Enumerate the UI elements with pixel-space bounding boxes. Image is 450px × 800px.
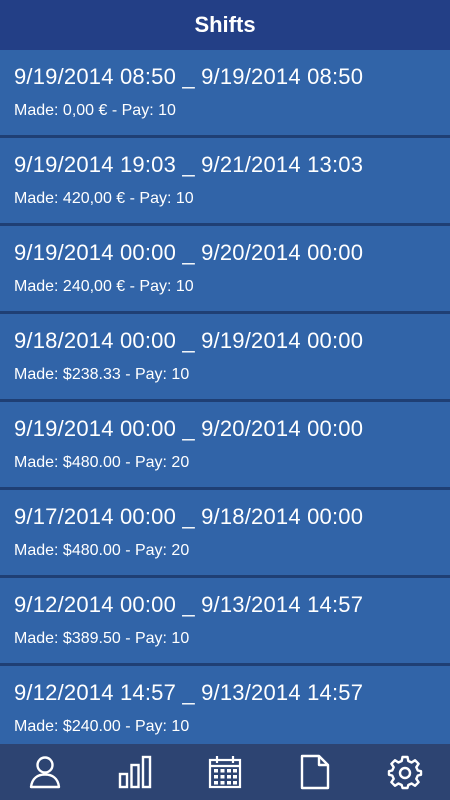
- shift-range: 9/19/2014 00:00 _ 9/20/2014 00:00: [14, 240, 364, 265]
- shift-summary: Made: $480.00 - Pay: 20: [14, 454, 190, 471]
- gear-icon: [387, 755, 423, 790]
- shift-item[interactable]: 9/19/2014 00:00 _ 9/20/2014 00:00 Made: …: [0, 226, 450, 314]
- shift-item[interactable]: 9/12/2014 14:57 _ 9/13/2014 14:57 Made: …: [0, 666, 450, 744]
- shift-list[interactable]: 9/19/2014 08:50 _ 9/19/2014 08:50 Made: …: [0, 50, 450, 744]
- shift-summary: Made: $238.33 - Pay: 10: [14, 366, 190, 383]
- bottom-tab-bar: [0, 744, 450, 800]
- shift-item[interactable]: 9/19/2014 08:50 _ 9/19/2014 08:50 Made: …: [0, 50, 450, 138]
- tab-profile[interactable]: [15, 744, 75, 800]
- page-title: Shifts: [194, 12, 256, 37]
- shift-item[interactable]: 9/18/2014 00:00 _ 9/19/2014 00:00 Made: …: [0, 314, 450, 402]
- shift-item[interactable]: 9/19/2014 00:00 _ 9/20/2014 00:00 Made: …: [0, 402, 450, 490]
- user-icon: [29, 756, 61, 789]
- tab-stats[interactable]: [105, 744, 165, 800]
- shift-range: 9/19/2014 19:03 _ 9/21/2014 13:03: [14, 152, 364, 177]
- shift-range: 9/17/2014 00:00 _ 9/18/2014 00:00: [14, 504, 364, 529]
- shift-range: 9/19/2014 08:50 _ 9/19/2014 08:50: [14, 64, 364, 89]
- shift-summary: Made: $480.00 - Pay: 20: [14, 542, 190, 559]
- shift-item[interactable]: 9/17/2014 00:00 _ 9/18/2014 00:00 Made: …: [0, 490, 450, 578]
- app-header: Shifts: [0, 0, 450, 50]
- shift-summary: Made: $389.50 - Pay: 10: [14, 630, 190, 647]
- tab-settings[interactable]: [375, 744, 435, 800]
- shift-item[interactable]: 9/19/2014 19:03 _ 9/21/2014 13:03 Made: …: [0, 138, 450, 226]
- shift-summary: Made: $240.00 - Pay: 10: [14, 718, 190, 735]
- shift-range: 9/18/2014 00:00 _ 9/19/2014 00:00: [14, 328, 364, 353]
- shift-summary: Made: 240,00 € - Pay: 10: [14, 278, 194, 295]
- shift-item[interactable]: 9/12/2014 00:00 _ 9/13/2014 14:57 Made: …: [0, 578, 450, 666]
- shift-range: 9/12/2014 00:00 _ 9/13/2014 14:57: [14, 592, 364, 617]
- shift-range: 9/12/2014 14:57 _ 9/13/2014 14:57: [14, 680, 364, 705]
- shift-summary: Made: 0,00 € - Pay: 10: [14, 102, 176, 119]
- bar-chart-icon: [118, 755, 152, 789]
- calendar-icon: [208, 756, 242, 789]
- tab-calendar[interactable]: [195, 744, 255, 800]
- document-icon: [300, 754, 330, 790]
- tab-reports[interactable]: [285, 744, 345, 800]
- shift-summary: Made: 420,00 € - Pay: 10: [14, 190, 194, 207]
- shift-range: 9/19/2014 00:00 _ 9/20/2014 00:00: [14, 416, 364, 441]
